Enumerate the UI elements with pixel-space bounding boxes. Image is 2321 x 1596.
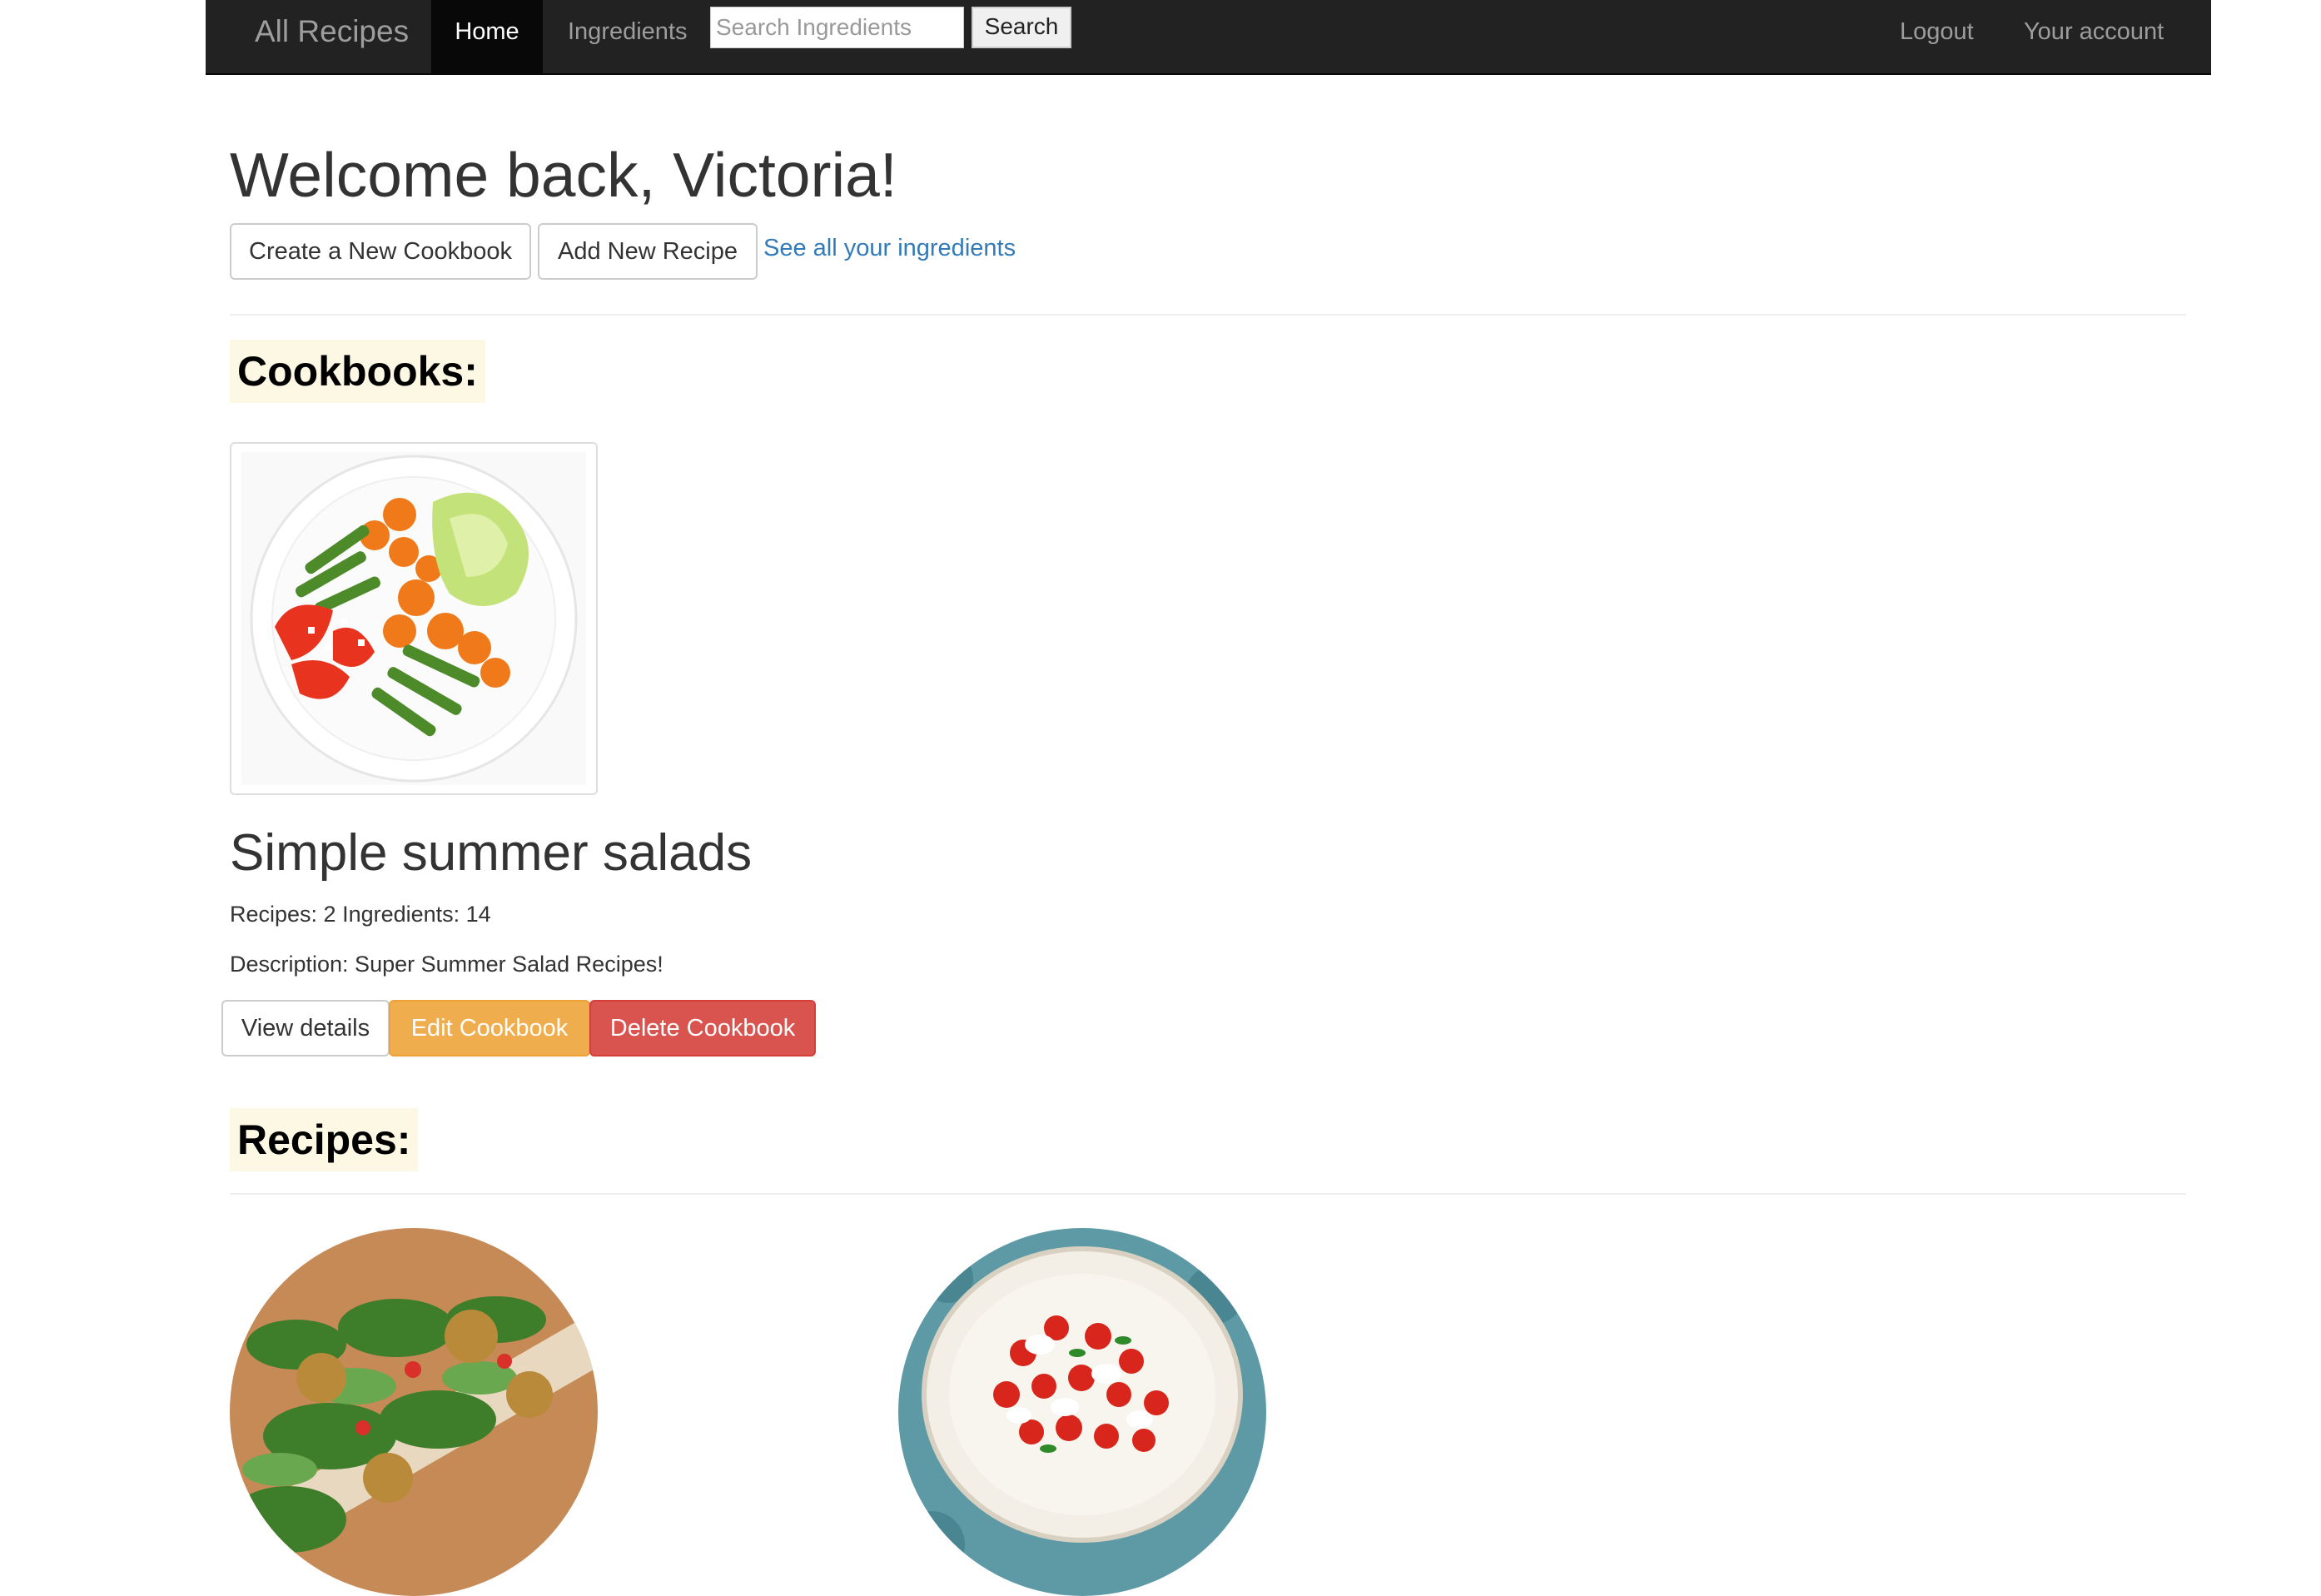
salad-plate-image	[241, 452, 586, 785]
cookbook-description: Description: Super Summer Salad Recipes!	[230, 952, 663, 977]
divider	[230, 1193, 2186, 1195]
edit-cookbook-button[interactable]: Edit Cookbook	[389, 1000, 590, 1057]
cookbook-thumbnail[interactable]	[230, 442, 598, 795]
search-input[interactable]	[710, 7, 964, 48]
top-navbar: All Recipes Home Ingredients Search Logo…	[206, 0, 2211, 75]
search-button[interactable]: Search	[972, 7, 1071, 48]
nav-logout[interactable]: Logout	[1900, 0, 1974, 73]
recipe-image[interactable]	[898, 1228, 1266, 1596]
nav-home[interactable]: Home	[431, 0, 543, 73]
cookbook-counts: Recipes: 2 Ingredients: 14	[230, 902, 491, 927]
delete-cookbook-button[interactable]: Delete Cookbook	[589, 1000, 816, 1057]
see-ingredients-link[interactable]: See all your ingredients	[763, 235, 1016, 262]
add-recipe-button[interactable]: Add New Recipe	[538, 223, 758, 280]
recipe-image[interactable]	[230, 1228, 598, 1596]
recipes-heading: Recipes:	[230, 1108, 419, 1171]
page-title: Welcome back, Victoria!	[230, 140, 897, 210]
divider	[230, 314, 2186, 316]
view-details-button[interactable]: View details	[221, 1000, 390, 1057]
create-cookbook-button[interactable]: Create a New Cookbook	[230, 223, 531, 280]
nav-ingredients[interactable]: Ingredients	[568, 0, 688, 73]
cookbook-title: Simple summer salads	[230, 824, 753, 882]
brand-link[interactable]: All Recipes	[255, 0, 409, 73]
nav-account[interactable]: Your account	[2024, 0, 2164, 73]
cookbooks-heading: Cookbooks:	[230, 340, 485, 403]
